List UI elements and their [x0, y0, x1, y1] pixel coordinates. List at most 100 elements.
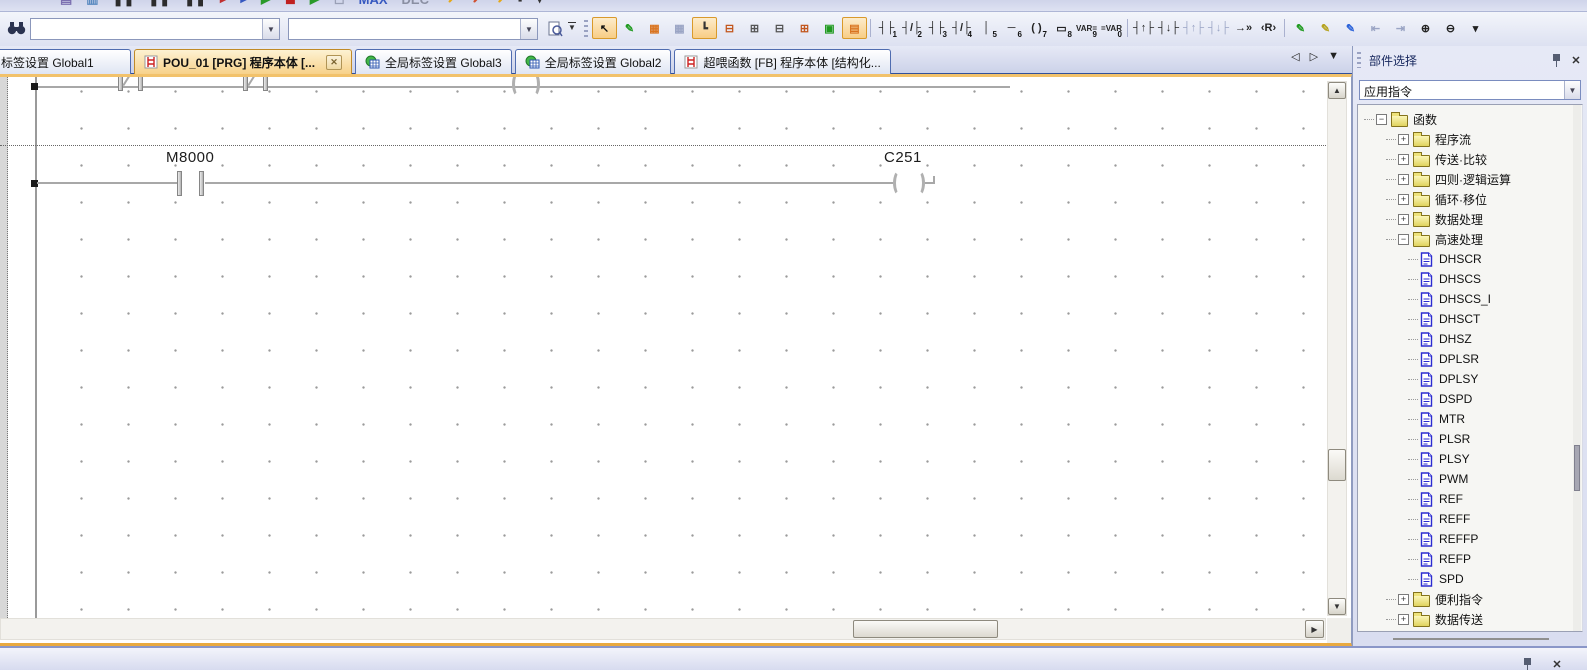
coil-left-arc[interactable]	[893, 170, 906, 196]
instruction-category-select[interactable]: 应用指令 ▼	[1359, 80, 1581, 100]
tree-item-循环·移位[interactable]: + 循环·移位	[1360, 189, 1511, 209]
tree-item-四则·逻辑运算[interactable]: + 四则·逻辑运算	[1360, 169, 1511, 189]
var-output-button[interactable]: =VAR0	[1099, 17, 1124, 39]
coil-right-arc[interactable]	[912, 170, 925, 196]
pin-icon[interactable]	[1548, 52, 1564, 68]
tree-item-DHSCS[interactable]: DHSCS	[1360, 269, 1511, 289]
tree-item-高速处理[interactable]: − 高速处理	[1360, 229, 1511, 249]
tree-item-REFP[interactable]: REFP	[1360, 549, 1511, 569]
tree-item-数据传送[interactable]: + 数据传送	[1360, 609, 1511, 629]
ladder-edit-tool[interactable]: ▦	[642, 17, 667, 39]
find-combo-2[interactable]: ▼	[288, 18, 538, 40]
tree-item-DHSCT[interactable]: DHSCT	[1360, 309, 1511, 329]
tree-toggle[interactable]: +	[1398, 614, 1409, 625]
tree-toggle[interactable]: +	[1398, 214, 1409, 225]
tree-toggle[interactable]: +	[1398, 594, 1409, 605]
scroll-up-button[interactable]: ▲	[1328, 82, 1346, 99]
tab-close-icon[interactable]: ✕	[326, 55, 342, 70]
tab-1[interactable]: 标签设置 Global1 ✕	[0, 49, 131, 74]
statement-edit-button[interactable]: ✎	[1313, 17, 1338, 39]
vertical-line-button[interactable]: │5	[974, 17, 999, 39]
tab-scroll-right-button[interactable]: ▷	[1310, 50, 1318, 63]
tree-toggle[interactable]: +	[1398, 174, 1409, 185]
jump-button[interactable]: →»	[1231, 17, 1256, 39]
contact-close-button[interactable]: ┤/├2	[899, 17, 924, 39]
wire-tool[interactable]: ┗	[692, 17, 717, 39]
pulse-falling-button[interactable]: ┤↓├	[1156, 17, 1181, 39]
tree-toggle[interactable]: −	[1376, 114, 1387, 125]
pulse-rising-or-button[interactable]: ┤↑├	[1181, 17, 1206, 39]
tree-scroll-thumb[interactable]	[1574, 445, 1580, 491]
contact-open-button[interactable]: ┤├1	[874, 17, 899, 39]
pen-tool[interactable]: ✎	[617, 17, 642, 39]
find-in-document-button[interactable]	[544, 18, 566, 40]
zoom-out-button[interactable]: ⊖	[1438, 17, 1463, 39]
tree-toggle[interactable]: −	[1398, 234, 1409, 245]
var-input-button[interactable]: VAR=9	[1074, 17, 1099, 39]
pin-icon[interactable]	[1519, 656, 1535, 670]
tree-toggle[interactable]: +	[1398, 134, 1409, 145]
tree-item-DHSCS_I[interactable]: DHSCS_I	[1360, 289, 1511, 309]
device-monitor-button[interactable]: ▣	[817, 17, 842, 39]
select-tool[interactable]: ↖	[592, 17, 617, 39]
tree-item-程序流[interactable]: + 程序流	[1360, 129, 1511, 149]
tab-scroll-left-button[interactable]: ◁	[1291, 50, 1299, 63]
find-combo-2-value[interactable]	[289, 19, 520, 39]
tree-item-函数[interactable]: − 函数	[1360, 109, 1511, 129]
contact-device-label[interactable]: M8000	[166, 149, 214, 166]
vertical-scroll-thumb[interactable]	[1328, 449, 1346, 481]
tab-5[interactable]: 超喂函数 [FB] 程序本体 [结构化... ✕	[674, 49, 890, 74]
tree-scrollbar[interactable]	[1573, 105, 1581, 631]
insert-column-button[interactable]: ⊞	[742, 17, 767, 39]
return-button[interactable]: ‹R›	[1256, 17, 1281, 39]
scroll-down-button[interactable]: ▼	[1328, 598, 1346, 615]
close-icon[interactable]: ✕	[1549, 656, 1565, 670]
tab-2[interactable]: POU_01 [PRG] 程序本体 [... ✕	[134, 49, 352, 74]
tree-item-数据处理[interactable]: + 数据处理	[1360, 209, 1511, 229]
tab-list-menu-button[interactable]: ▼	[1328, 50, 1339, 63]
tree-item-便利指令[interactable]: + 便利指令	[1360, 589, 1511, 609]
ladder-template-tool[interactable]: ▦	[667, 17, 692, 39]
tree-toggle[interactable]: +	[1398, 154, 1409, 165]
toolbar-options-overflow[interactable]: ▼	[568, 22, 576, 33]
close-icon[interactable]: ✕	[1568, 52, 1584, 68]
tree-item-PLSR[interactable]: PLSR	[1360, 429, 1511, 449]
align-right-button[interactable]: ⇥	[1388, 17, 1413, 39]
chevron-down-icon[interactable]: ▼	[1564, 81, 1580, 99]
horizontal-scrollbar[interactable]	[0, 618, 1326, 640]
coil-button[interactable]: ( )7	[1024, 17, 1049, 39]
pulse-rising-button[interactable]: ┤↑├	[1131, 17, 1156, 39]
toolbar-grip[interactable]	[584, 20, 588, 38]
find-combo-1[interactable]: ▼	[30, 18, 280, 40]
tab-3[interactable]: 全局标签设置 Global3 ✕	[355, 49, 512, 74]
contact-or-close-button[interactable]: ┤/├4	[949, 17, 974, 39]
insert-row-button[interactable]: ⊟	[717, 17, 742, 39]
tree-item-传送·比较[interactable]: + 传送·比较	[1360, 149, 1511, 169]
tree-item-REFFP[interactable]: REFFP	[1360, 529, 1511, 549]
device-comment-edit-button[interactable]: ✎	[1288, 17, 1313, 39]
tree-toggle[interactable]: +	[1398, 194, 1409, 205]
tree-item-PWM[interactable]: PWM	[1360, 469, 1511, 489]
align-left-button[interactable]: ⇤	[1363, 17, 1388, 39]
tree-item-DPLSR[interactable]: DPLSR	[1360, 349, 1511, 369]
tree-item-SPD[interactable]: SPD	[1360, 569, 1511, 589]
pulse-falling-or-button[interactable]: ┤↓├	[1206, 17, 1231, 39]
tree-item-MTR[interactable]: MTR	[1360, 409, 1511, 429]
delete-row-button[interactable]: ⊟	[767, 17, 792, 39]
horizontal-scroll-thumb[interactable]	[853, 620, 998, 638]
scroll-right-button[interactable]: ▶	[1305, 620, 1324, 638]
edit-mode-button[interactable]: ▤	[842, 17, 867, 39]
delete-column-button[interactable]: ⊞	[792, 17, 817, 39]
zoom-in-button[interactable]: ⊕	[1413, 17, 1438, 39]
vertical-scrollbar[interactable]	[1327, 81, 1347, 616]
tree-item-REFF[interactable]: REFF	[1360, 509, 1511, 529]
contact-or-open-button[interactable]: ┤├3	[924, 17, 949, 39]
tree-item-DHSCR[interactable]: DHSCR	[1360, 249, 1511, 269]
panel-grip[interactable]	[1357, 52, 1361, 68]
note-edit-button[interactable]: ✎	[1338, 17, 1363, 39]
chevron-down-icon[interactable]: ▼	[262, 19, 279, 39]
find-combo-1-value[interactable]	[31, 19, 262, 39]
no-contact-bar[interactable]	[199, 171, 204, 196]
ladder-editor[interactable]: M8000 C251 ▲ ▼ ▶	[0, 74, 1352, 646]
tree-item-DSPD[interactable]: DSPD	[1360, 389, 1511, 409]
